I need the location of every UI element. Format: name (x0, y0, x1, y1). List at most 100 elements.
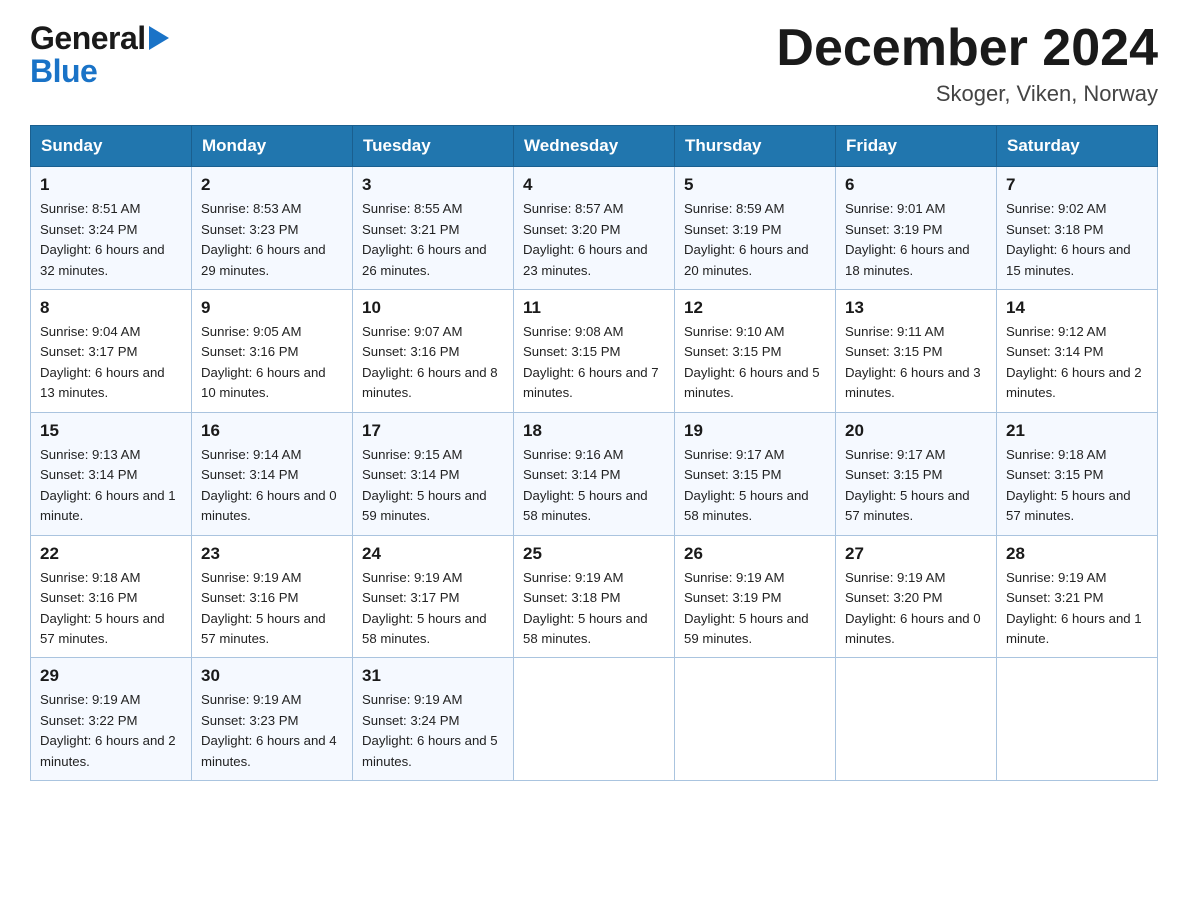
day-number: 6 (845, 175, 987, 195)
calendar-cell: 13 Sunrise: 9:11 AMSunset: 3:15 PMDaylig… (836, 290, 997, 413)
day-info: Sunrise: 8:59 AMSunset: 3:19 PMDaylight:… (684, 201, 809, 277)
calendar-cell: 15 Sunrise: 9:13 AMSunset: 3:14 PMDaylig… (31, 412, 192, 535)
day-number: 2 (201, 175, 343, 195)
day-info: Sunrise: 9:19 AMSunset: 3:18 PMDaylight:… (523, 570, 648, 646)
header-tuesday: Tuesday (353, 126, 514, 167)
day-info: Sunrise: 9:11 AMSunset: 3:15 PMDaylight:… (845, 324, 981, 400)
day-number: 7 (1006, 175, 1148, 195)
calendar-cell: 28 Sunrise: 9:19 AMSunset: 3:21 PMDaylig… (997, 535, 1158, 658)
day-number: 30 (201, 666, 343, 686)
logo-general-text: General (30, 20, 146, 57)
week-row-5: 29 Sunrise: 9:19 AMSunset: 3:22 PMDaylig… (31, 658, 1158, 781)
header-thursday: Thursday (675, 126, 836, 167)
day-info: Sunrise: 9:19 AMSunset: 3:20 PMDaylight:… (845, 570, 981, 646)
calendar-cell: 10 Sunrise: 9:07 AMSunset: 3:16 PMDaylig… (353, 290, 514, 413)
calendar-cell: 4 Sunrise: 8:57 AMSunset: 3:20 PMDayligh… (514, 167, 675, 290)
day-number: 15 (40, 421, 182, 441)
calendar-table: SundayMondayTuesdayWednesdayThursdayFrid… (30, 125, 1158, 781)
day-number: 11 (523, 298, 665, 318)
calendar-cell: 27 Sunrise: 9:19 AMSunset: 3:20 PMDaylig… (836, 535, 997, 658)
day-info: Sunrise: 9:19 AMSunset: 3:16 PMDaylight:… (201, 570, 326, 646)
day-number: 27 (845, 544, 987, 564)
calendar-cell: 21 Sunrise: 9:18 AMSunset: 3:15 PMDaylig… (997, 412, 1158, 535)
calendar-cell: 11 Sunrise: 9:08 AMSunset: 3:15 PMDaylig… (514, 290, 675, 413)
day-info: Sunrise: 8:51 AMSunset: 3:24 PMDaylight:… (40, 201, 165, 277)
header-friday: Friday (836, 126, 997, 167)
calendar-cell (514, 658, 675, 781)
calendar-cell: 12 Sunrise: 9:10 AMSunset: 3:15 PMDaylig… (675, 290, 836, 413)
calendar-cell: 23 Sunrise: 9:19 AMSunset: 3:16 PMDaylig… (192, 535, 353, 658)
calendar-cell: 3 Sunrise: 8:55 AMSunset: 3:21 PMDayligh… (353, 167, 514, 290)
day-info: Sunrise: 9:19 AMSunset: 3:19 PMDaylight:… (684, 570, 809, 646)
calendar-cell: 1 Sunrise: 8:51 AMSunset: 3:24 PMDayligh… (31, 167, 192, 290)
calendar-cell: 17 Sunrise: 9:15 AMSunset: 3:14 PMDaylig… (353, 412, 514, 535)
calendar-cell: 8 Sunrise: 9:04 AMSunset: 3:17 PMDayligh… (31, 290, 192, 413)
day-info: Sunrise: 9:02 AMSunset: 3:18 PMDaylight:… (1006, 201, 1131, 277)
day-number: 20 (845, 421, 987, 441)
day-info: Sunrise: 9:19 AMSunset: 3:21 PMDaylight:… (1006, 570, 1142, 646)
calendar-cell: 14 Sunrise: 9:12 AMSunset: 3:14 PMDaylig… (997, 290, 1158, 413)
day-number: 21 (1006, 421, 1148, 441)
calendar-cell: 6 Sunrise: 9:01 AMSunset: 3:19 PMDayligh… (836, 167, 997, 290)
logo-blue-text: Blue (30, 53, 169, 90)
day-number: 26 (684, 544, 826, 564)
page-header: General Blue December 2024 Skoger, Viken… (30, 20, 1158, 107)
day-info: Sunrise: 9:10 AMSunset: 3:15 PMDaylight:… (684, 324, 820, 400)
calendar-cell: 2 Sunrise: 8:53 AMSunset: 3:23 PMDayligh… (192, 167, 353, 290)
day-info: Sunrise: 9:19 AMSunset: 3:24 PMDaylight:… (362, 692, 498, 768)
day-info: Sunrise: 9:16 AMSunset: 3:14 PMDaylight:… (523, 447, 648, 523)
header-wednesday: Wednesday (514, 126, 675, 167)
calendar-cell: 18 Sunrise: 9:16 AMSunset: 3:14 PMDaylig… (514, 412, 675, 535)
day-info: Sunrise: 9:14 AMSunset: 3:14 PMDaylight:… (201, 447, 337, 523)
day-info: Sunrise: 9:07 AMSunset: 3:16 PMDaylight:… (362, 324, 498, 400)
calendar-cell: 19 Sunrise: 9:17 AMSunset: 3:15 PMDaylig… (675, 412, 836, 535)
calendar-cell: 5 Sunrise: 8:59 AMSunset: 3:19 PMDayligh… (675, 167, 836, 290)
calendar-cell: 26 Sunrise: 9:19 AMSunset: 3:19 PMDaylig… (675, 535, 836, 658)
calendar-cell: 7 Sunrise: 9:02 AMSunset: 3:18 PMDayligh… (997, 167, 1158, 290)
calendar-cell: 16 Sunrise: 9:14 AMSunset: 3:14 PMDaylig… (192, 412, 353, 535)
calendar-cell: 22 Sunrise: 9:18 AMSunset: 3:16 PMDaylig… (31, 535, 192, 658)
calendar-subtitle: Skoger, Viken, Norway (776, 81, 1158, 107)
day-number: 19 (684, 421, 826, 441)
logo: General Blue (30, 20, 169, 90)
calendar-cell: 30 Sunrise: 9:19 AMSunset: 3:23 PMDaylig… (192, 658, 353, 781)
header-monday: Monday (192, 126, 353, 167)
day-number: 16 (201, 421, 343, 441)
calendar-cell: 29 Sunrise: 9:19 AMSunset: 3:22 PMDaylig… (31, 658, 192, 781)
day-number: 9 (201, 298, 343, 318)
day-info: Sunrise: 9:01 AMSunset: 3:19 PMDaylight:… (845, 201, 970, 277)
week-row-4: 22 Sunrise: 9:18 AMSunset: 3:16 PMDaylig… (31, 535, 1158, 658)
calendar-cell: 25 Sunrise: 9:19 AMSunset: 3:18 PMDaylig… (514, 535, 675, 658)
day-number: 13 (845, 298, 987, 318)
day-info: Sunrise: 9:18 AMSunset: 3:16 PMDaylight:… (40, 570, 165, 646)
day-info: Sunrise: 9:18 AMSunset: 3:15 PMDaylight:… (1006, 447, 1131, 523)
day-info: Sunrise: 9:08 AMSunset: 3:15 PMDaylight:… (523, 324, 659, 400)
day-number: 31 (362, 666, 504, 686)
day-number: 1 (40, 175, 182, 195)
day-info: Sunrise: 9:12 AMSunset: 3:14 PMDaylight:… (1006, 324, 1142, 400)
day-number: 8 (40, 298, 182, 318)
logo-arrow-icon (149, 26, 169, 50)
day-info: Sunrise: 8:57 AMSunset: 3:20 PMDaylight:… (523, 201, 648, 277)
day-number: 3 (362, 175, 504, 195)
day-info: Sunrise: 9:05 AMSunset: 3:16 PMDaylight:… (201, 324, 326, 400)
header-sunday: Sunday (31, 126, 192, 167)
day-info: Sunrise: 9:19 AMSunset: 3:17 PMDaylight:… (362, 570, 487, 646)
day-info: Sunrise: 9:13 AMSunset: 3:14 PMDaylight:… (40, 447, 176, 523)
day-info: Sunrise: 8:53 AMSunset: 3:23 PMDaylight:… (201, 201, 326, 277)
day-info: Sunrise: 8:55 AMSunset: 3:21 PMDaylight:… (362, 201, 487, 277)
day-number: 17 (362, 421, 504, 441)
day-number: 29 (40, 666, 182, 686)
calendar-cell (675, 658, 836, 781)
title-block: December 2024 Skoger, Viken, Norway (776, 20, 1158, 107)
calendar-cell: 31 Sunrise: 9:19 AMSunset: 3:24 PMDaylig… (353, 658, 514, 781)
day-number: 22 (40, 544, 182, 564)
day-number: 10 (362, 298, 504, 318)
day-number: 12 (684, 298, 826, 318)
calendar-cell: 20 Sunrise: 9:17 AMSunset: 3:15 PMDaylig… (836, 412, 997, 535)
calendar-cell: 9 Sunrise: 9:05 AMSunset: 3:16 PMDayligh… (192, 290, 353, 413)
week-row-2: 8 Sunrise: 9:04 AMSunset: 3:17 PMDayligh… (31, 290, 1158, 413)
day-number: 24 (362, 544, 504, 564)
calendar-cell: 24 Sunrise: 9:19 AMSunset: 3:17 PMDaylig… (353, 535, 514, 658)
calendar-cell (836, 658, 997, 781)
